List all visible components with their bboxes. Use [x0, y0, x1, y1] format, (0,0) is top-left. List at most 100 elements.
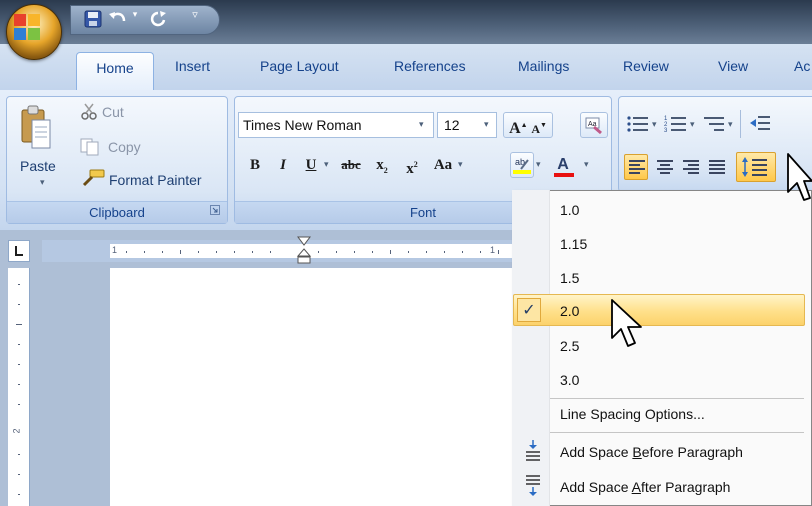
- indent-marker-icon[interactable]: [296, 236, 312, 266]
- bold-button[interactable]: B: [244, 152, 266, 178]
- undo-icon[interactable]: [108, 10, 128, 28]
- menu-item-3-0[interactable]: 3.0: [560, 372, 579, 388]
- format-painter-icon: [82, 169, 105, 187]
- format-painter-button[interactable]: Format Painter: [109, 172, 202, 188]
- line-spacing-button[interactable]: [736, 152, 776, 182]
- font-name-value: Times New Roman: [243, 117, 362, 133]
- bullets-icon[interactable]: [626, 113, 650, 135]
- clear-formatting-icon: Aa: [585, 117, 602, 135]
- clipboard-group-label: Clipboard: [7, 201, 227, 223]
- menu-item-line-spacing-options[interactable]: Line Spacing Options...: [560, 406, 705, 422]
- underline-button[interactable]: U: [300, 152, 322, 178]
- menu-item-highlight: [513, 294, 805, 326]
- superscript-label: x: [406, 161, 414, 177]
- cut-button[interactable]: Cut: [102, 104, 124, 120]
- strikethrough-button[interactable]: abc: [336, 152, 366, 178]
- vertical-ruler-ticks: [16, 284, 22, 495]
- grow-shrink-font-buttons: A▲ A▼: [503, 112, 553, 138]
- multilevel-list-dropdown-icon[interactable]: ▾: [728, 120, 733, 130]
- change-case-button[interactable]: Aa: [428, 152, 458, 178]
- bullets-dropdown-icon[interactable]: ▾: [652, 120, 657, 130]
- left-tab-icon: [15, 246, 23, 256]
- copy-icon: [80, 138, 99, 156]
- menu-item-1-0[interactable]: 1.0: [560, 202, 579, 218]
- font-size-combo[interactable]: 12 ▾: [437, 112, 497, 138]
- grow-font-button[interactable]: A: [509, 120, 521, 137]
- align-center-icon[interactable]: [654, 156, 676, 178]
- superscript-button[interactable]: x2: [400, 152, 424, 178]
- font-name-combo[interactable]: Times New Roman ▾: [238, 112, 434, 138]
- align-left-icon: [629, 160, 645, 174]
- undo-dropdown-icon[interactable]: ▾: [130, 6, 140, 24]
- dialog-launcher-icon[interactable]: [210, 205, 220, 215]
- numbering-icon[interactable]: 123: [664, 113, 688, 135]
- highlighter-icon: ab: [513, 157, 531, 174]
- change-case-dropdown-icon[interactable]: ▾: [458, 160, 463, 170]
- tab-references[interactable]: References: [394, 58, 466, 74]
- tab-home[interactable]: Home: [76, 52, 154, 92]
- text-highlight-dropdown-icon[interactable]: ▾: [536, 160, 541, 170]
- subscript-label: x: [376, 157, 384, 173]
- menu-item-2-5[interactable]: 2.5: [560, 338, 579, 354]
- tab-mailings[interactable]: Mailings: [518, 58, 569, 74]
- align-right-icon[interactable]: [680, 156, 702, 178]
- paste-icon[interactable]: [20, 104, 52, 152]
- font-color-button[interactable]: A: [548, 152, 578, 178]
- menu-item-2-0[interactable]: 2.0: [560, 303, 579, 319]
- copy-button[interactable]: Copy: [108, 139, 141, 155]
- tab-review[interactable]: Review: [623, 58, 669, 74]
- customize-qat-icon[interactable]: ▿: [188, 6, 202, 24]
- font-color-label: A: [557, 156, 569, 173]
- vertical-ruler-number: 2: [11, 428, 22, 434]
- subscript-button[interactable]: x2: [370, 152, 394, 178]
- text-highlight-button[interactable]: ab: [510, 152, 534, 178]
- menu-item-1-15[interactable]: 1.15: [560, 236, 587, 252]
- line-spacing-icon: [742, 157, 767, 177]
- tab-add-ins[interactable]: Ac: [794, 58, 810, 74]
- svg-text:3: 3: [664, 128, 668, 134]
- save-icon[interactable]: [84, 10, 102, 28]
- add-space-before-icon: [526, 440, 540, 461]
- add-after-text-post: fter Paragraph: [640, 479, 731, 495]
- add-after-text-pre: Add Space: [560, 479, 632, 495]
- clear-formatting-button[interactable]: Aa: [580, 112, 608, 138]
- menu-item-add-space-before[interactable]: Add Space Before Paragraph: [560, 444, 743, 460]
- ruler-number-right: 1: [490, 245, 496, 255]
- tab-insert[interactable]: Insert: [175, 58, 210, 74]
- office-logo-icon: [14, 14, 40, 40]
- menu-item-add-space-after[interactable]: Add Space After Paragraph: [560, 479, 730, 495]
- multilevel-list-icon[interactable]: [702, 113, 726, 135]
- tab-home-label: Home: [96, 60, 134, 76]
- add-before-text-pre: Add Space: [560, 444, 633, 460]
- align-left-button[interactable]: [624, 154, 648, 180]
- menu-separator: [550, 432, 804, 433]
- italic-button[interactable]: I: [272, 152, 294, 178]
- tab-selector[interactable]: [8, 240, 30, 262]
- scissors-icon: [81, 103, 97, 120]
- paragraph-separator: [740, 110, 741, 138]
- paste-button[interactable]: Paste: [20, 158, 56, 174]
- checkmark-icon: ✓: [517, 298, 541, 322]
- tab-page-layout[interactable]: Page Layout: [260, 58, 339, 74]
- add-before-text-post: efore Paragraph: [641, 444, 743, 460]
- underline-dropdown-icon[interactable]: ▾: [324, 160, 329, 170]
- add-before-accelerator: B: [632, 444, 642, 460]
- paste-dropdown-icon[interactable]: ▾: [40, 178, 45, 188]
- document-page[interactable]: [110, 268, 512, 506]
- mouse-pointer-icon: [787, 153, 812, 201]
- add-after-accelerator: A: [631, 479, 641, 495]
- numbering-dropdown-icon[interactable]: ▾: [690, 120, 695, 130]
- font-name-dropdown-icon[interactable]: ▾: [419, 120, 424, 130]
- menu-item-1-5[interactable]: 1.5: [560, 270, 579, 286]
- font-size-dropdown-icon[interactable]: ▾: [484, 120, 489, 130]
- tab-view[interactable]: View: [718, 58, 748, 74]
- font-color-dropdown-icon[interactable]: ▾: [584, 160, 589, 170]
- redo-icon[interactable]: [148, 10, 168, 28]
- shrink-font-button[interactable]: A: [531, 122, 540, 136]
- decrease-indent-icon[interactable]: [748, 113, 772, 135]
- menu-separator: [550, 398, 804, 399]
- justify-icon[interactable]: [706, 156, 728, 178]
- add-space-after-icon: [526, 475, 540, 496]
- font-size-value: 12: [444, 117, 460, 133]
- mouse-pointer-icon: [611, 299, 642, 347]
